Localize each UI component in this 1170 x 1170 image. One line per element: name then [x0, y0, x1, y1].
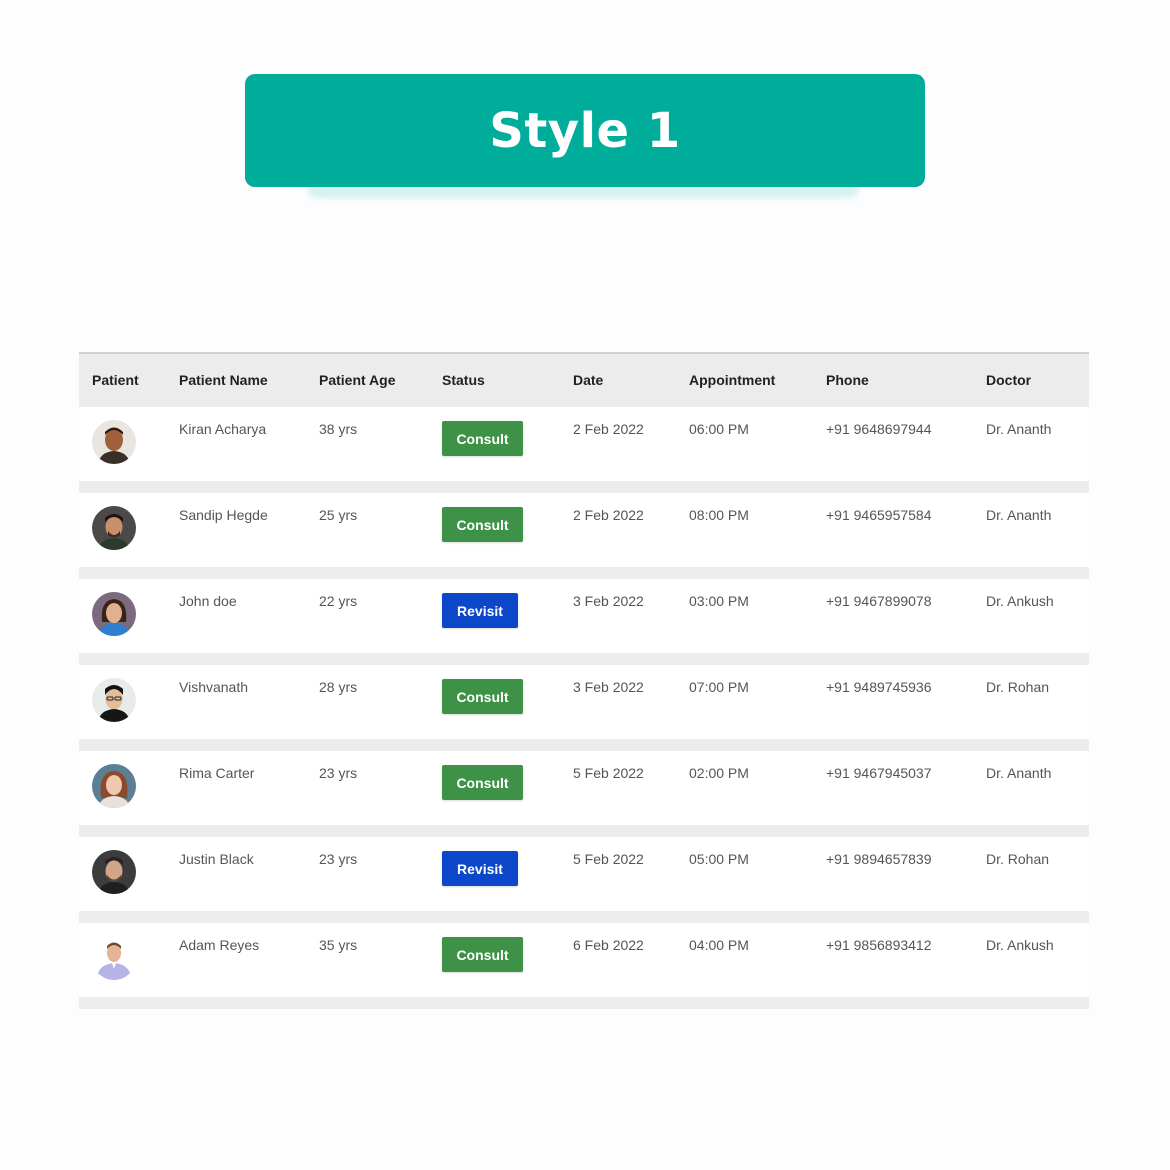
row-divider [79, 997, 1089, 1009]
patient-age: 38 yrs [319, 421, 358, 437]
appointment-date: 3 Feb 2022 [573, 679, 644, 695]
patient-avatar [92, 592, 136, 636]
table-row: John doe 22 yrs Revisit 3 Feb 2022 03:00… [79, 579, 1089, 653]
table-row: Vishvanath 28 yrs Consult 3 Feb 2022 07:… [79, 665, 1089, 739]
patient-name: Vishvanath [179, 679, 249, 695]
patient-name: Adam Reyes [179, 937, 260, 953]
consult-button[interactable]: Consult [442, 937, 523, 972]
table-row: Rima Carter 23 yrs Consult 5 Feb 2022 02… [79, 751, 1089, 825]
header-doctor: Doctor [986, 372, 1032, 388]
row-divider [79, 653, 1089, 665]
appointment-time: 06:00 PM [689, 421, 749, 437]
patient-age: 22 yrs [319, 593, 358, 609]
patient-age: 23 yrs [319, 765, 358, 781]
table-row: Kiran Acharya 38 yrs Consult 2 Feb 2022 … [79, 407, 1089, 481]
doctor-name: Dr. Ananth [986, 421, 1052, 437]
doctor-name: Dr. Rohan [986, 851, 1050, 867]
patient-avatar [92, 506, 136, 550]
row-divider [79, 481, 1089, 493]
header-phone: Phone [826, 372, 869, 388]
banner-box: Style 1 [245, 74, 925, 187]
appointment-time: 02:00 PM [689, 765, 749, 781]
patient-age: 23 yrs [319, 851, 358, 867]
consult-button[interactable]: Consult [442, 765, 523, 800]
row-divider [79, 739, 1089, 751]
appointment-time: 03:00 PM [689, 593, 749, 609]
phone-number: +91 9648697944 [826, 421, 932, 437]
appointment-date: 3 Feb 2022 [573, 593, 644, 609]
appointment-date: 2 Feb 2022 [573, 507, 644, 523]
doctor-name: Dr. Ankush [986, 937, 1054, 953]
patient-avatar [92, 420, 136, 464]
phone-number: +91 9467899078 [826, 593, 932, 609]
phone-number: +91 9894657839 [826, 851, 932, 867]
header-patient: Patient [92, 372, 139, 388]
header-patient-age: Patient Age [319, 372, 396, 388]
banner-title: Style 1 [489, 102, 681, 159]
revisit-button[interactable]: Revisit [442, 851, 518, 886]
patient-age: 25 yrs [319, 507, 358, 523]
patient-name: Sandip Hegde [179, 507, 268, 523]
doctor-name: Dr. Ankush [986, 593, 1054, 609]
row-divider [79, 825, 1089, 837]
appointment-time: 08:00 PM [689, 507, 749, 523]
appointment-time: 05:00 PM [689, 851, 749, 867]
row-divider [79, 567, 1089, 579]
consult-button[interactable]: Consult [442, 507, 523, 542]
doctor-name: Dr. Ananth [986, 507, 1052, 523]
revisit-button[interactable]: Revisit [442, 593, 518, 628]
phone-number: +91 9856893412 [826, 937, 932, 953]
header-date: Date [573, 372, 604, 388]
patient-age: 28 yrs [319, 679, 358, 695]
appointment-date: 6 Feb 2022 [573, 937, 644, 953]
appointments-table: Patient Patient Name Patient Age Status … [79, 352, 1089, 1009]
appointment-time: 04:00 PM [689, 937, 749, 953]
consult-button[interactable]: Consult [442, 679, 523, 714]
phone-number: +91 9489745936 [826, 679, 932, 695]
header-appointment: Appointment [689, 372, 776, 388]
appointment-date: 5 Feb 2022 [573, 765, 644, 781]
appointment-date: 2 Feb 2022 [573, 421, 644, 437]
table-header: Patient Patient Name Patient Age Status … [79, 354, 1089, 407]
consult-button[interactable]: Consult [442, 421, 523, 456]
row-divider [79, 911, 1089, 923]
appointment-date: 5 Feb 2022 [573, 851, 644, 867]
patient-name: Rima Carter [179, 765, 255, 781]
table-row: Adam Reyes 35 yrs Consult 6 Feb 2022 04:… [79, 923, 1089, 997]
doctor-name: Dr. Rohan [986, 679, 1050, 695]
header-status: Status [442, 372, 485, 388]
patient-avatar [92, 764, 136, 808]
header-patient-name: Patient Name [179, 372, 268, 388]
appointment-time: 07:00 PM [689, 679, 749, 695]
patient-avatar [92, 678, 136, 722]
patient-name: John doe [179, 593, 237, 609]
table-row: Sandip Hegde 25 yrs Consult 2 Feb 2022 0… [79, 493, 1089, 567]
patient-name: Kiran Acharya [179, 421, 267, 437]
patient-avatar [92, 936, 136, 980]
doctor-name: Dr. Ananth [986, 765, 1052, 781]
patient-name: Justin Black [179, 851, 254, 867]
phone-number: +91 9467945037 [826, 765, 932, 781]
style-banner: Style 1 [245, 74, 925, 198]
phone-number: +91 9465957584 [826, 507, 932, 523]
patient-avatar [92, 850, 136, 894]
table-row: Justin Black 23 yrs Revisit 5 Feb 2022 0… [79, 837, 1089, 911]
patient-age: 35 yrs [319, 937, 358, 953]
